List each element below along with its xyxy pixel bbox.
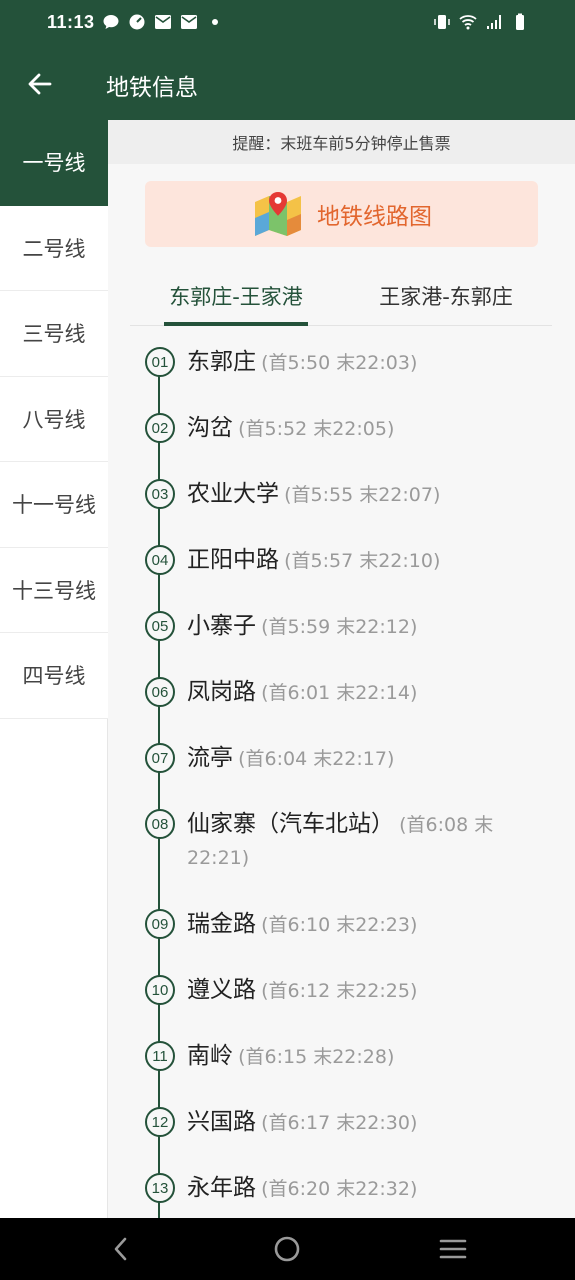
back-button[interactable]	[22, 66, 58, 102]
station-text: 遵义路 (首6:12 末22:25)	[187, 974, 547, 1008]
vibrate-icon	[434, 15, 450, 29]
station-text: 兴国路 (首6:17 末22:30)	[187, 1106, 547, 1140]
station-text: 流亭 (首6:04 末22:17)	[187, 742, 547, 776]
station-number-badge: 08	[145, 809, 175, 839]
station-schedule: (首6:01 末22:14)	[261, 682, 418, 704]
station-text: 正阳中路 (首5:57 末22:10)	[187, 544, 547, 578]
recents-icon	[439, 1239, 467, 1259]
station-number-badge: 09	[145, 909, 175, 939]
station-name: 兴国路	[187, 1109, 256, 1135]
station-schedule: (首5:52 末22:05)	[238, 418, 395, 440]
map-pin-icon	[255, 192, 301, 236]
station-schedule: (首5:59 末22:12)	[261, 616, 418, 638]
ticket-notice: 提醒：末班车前5分钟停止售票	[108, 120, 575, 164]
notification-icons	[102, 13, 224, 31]
status-time: 11:13	[47, 12, 95, 32]
line-sidebar: 一号线 二号线 三号线 八号线 十一号线 十三号线 四号线	[0, 120, 108, 1218]
system-icons	[433, 13, 529, 31]
station-number-badge: 11	[145, 1041, 175, 1071]
line-detail-panel: 提醒：末班车前5分钟停止售票 地铁线路图 东郭庄-王家港 王家港-东郭庄 01 东…	[108, 120, 575, 1218]
station-name: 南岭	[187, 1043, 233, 1069]
nav-home-button[interactable]	[272, 1234, 302, 1264]
mail-icon	[155, 15, 171, 29]
status-bar: 11:13	[0, 0, 575, 48]
subway-map-label: 地铁线路图	[317, 204, 432, 230]
app-bar: 地铁信息	[0, 48, 575, 120]
station-name: 流亭	[187, 745, 233, 771]
station-name: 沟岔	[187, 415, 233, 441]
station-text: 仙家寨（汽车北站） (首6:08 末22:21)	[187, 808, 547, 875]
station-text: 农业大学 (首5:55 末22:07)	[187, 478, 547, 512]
station-schedule: (首6:20 末22:32)	[261, 1178, 418, 1200]
sidebar-item-line-2[interactable]: 二号线	[0, 205, 108, 291]
tab-direction-forward[interactable]: 东郭庄-王家港	[164, 266, 308, 326]
sidebar-item-line-11[interactable]: 十一号线	[0, 462, 108, 548]
speedometer-icon	[129, 14, 145, 30]
station-schedule: (首5:57 末22:10)	[284, 550, 441, 572]
sidebar-item-line-3[interactable]: 三号线	[0, 291, 108, 377]
chat-icon	[103, 15, 119, 29]
station-number-badge: 06	[145, 677, 175, 707]
station-name: 正阳中路	[187, 547, 279, 573]
station-name: 东郭庄	[187, 349, 256, 375]
dot-icon	[212, 19, 218, 25]
station-text: 永年路 (首6:20 末22:32)	[187, 1172, 547, 1206]
station-name: 遵义路	[187, 977, 256, 1003]
tab-indicator	[164, 322, 308, 326]
station-schedule: (首6:15 末22:28)	[238, 1046, 395, 1068]
station-number-badge: 13	[145, 1173, 175, 1203]
station-text: 凤岗路 (首6:01 末22:14)	[187, 676, 547, 710]
station-number-badge: 12	[145, 1107, 175, 1137]
station-number-badge: 05	[145, 611, 175, 641]
station-number-badge: 10	[145, 975, 175, 1005]
station-number-badge: 02	[145, 413, 175, 443]
direction-tabs: 东郭庄-王家港 王家港-东郭庄	[130, 266, 552, 326]
sidebar-item-line-1[interactable]: 一号线	[0, 120, 108, 206]
station-schedule: (首6:12 末22:25)	[261, 980, 418, 1002]
tab-direction-reverse[interactable]: 王家港-东郭庄	[374, 266, 518, 326]
battery-icon	[516, 13, 524, 30]
sidebar-item-line-8[interactable]: 八号线	[0, 376, 108, 462]
station-text: 东郭庄 (首5:50 末22:03)	[187, 346, 547, 380]
station-text: 南岭 (首6:15 末22:28)	[187, 1040, 547, 1074]
station-schedule: (首6:10 末22:23)	[261, 914, 418, 936]
back-icon	[114, 1237, 127, 1261]
signal-icon	[487, 15, 501, 29]
station-number-badge: 07	[145, 743, 175, 773]
nav-recents-button[interactable]	[438, 1234, 468, 1264]
sidebar-item-line-4[interactable]: 四号线	[0, 633, 108, 719]
subway-map-button[interactable]: 地铁线路图	[145, 181, 538, 247]
home-icon	[274, 1236, 300, 1262]
sidebar-item-line-13[interactable]: 十三号线	[0, 547, 108, 633]
station-schedule: (首5:50 末22:03)	[261, 352, 418, 374]
station-name: 永年路	[187, 1175, 256, 1201]
page-title: 地铁信息	[106, 75, 198, 101]
wifi-icon	[459, 15, 477, 30]
station-schedule: (首6:04 末22:17)	[238, 748, 395, 770]
station-text: 瑞金路 (首6:10 末22:23)	[187, 908, 547, 942]
station-name: 仙家寨（汽车北站）	[187, 811, 394, 837]
station-name: 凤岗路	[187, 679, 256, 705]
arrow-left-icon	[28, 73, 52, 95]
station-name: 农业大学	[187, 481, 279, 507]
nav-back-button[interactable]	[106, 1234, 136, 1264]
station-number-badge: 04	[145, 545, 175, 575]
station-number-badge: 01	[145, 347, 175, 377]
station-schedule: (首5:55 末22:07)	[284, 484, 441, 506]
station-number-badge: 03	[145, 479, 175, 509]
station-text: 小寨子 (首5:59 末22:12)	[187, 610, 547, 644]
station-text: 沟岔 (首5:52 末22:05)	[187, 412, 547, 446]
mail-icon	[181, 15, 197, 29]
station-name: 瑞金路	[187, 911, 256, 937]
station-name: 小寨子	[187, 613, 256, 639]
station-schedule: (首6:17 末22:30)	[261, 1112, 418, 1134]
system-nav-bar	[0, 1218, 575, 1280]
